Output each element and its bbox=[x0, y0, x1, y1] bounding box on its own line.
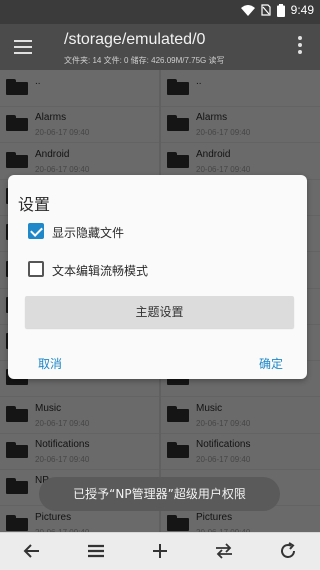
clock: 9:49 bbox=[290, 3, 314, 17]
smooth-edit-checkbox[interactable] bbox=[28, 261, 44, 277]
cancel-button[interactable]: 取消 bbox=[38, 355, 62, 372]
swap-icon[interactable] bbox=[214, 541, 234, 561]
toast-message: 已授予“NP管理器”超级用户权限 bbox=[39, 477, 280, 511]
confirm-button[interactable]: 确定 bbox=[259, 355, 283, 372]
refresh-icon[interactable] bbox=[278, 541, 298, 561]
back-arrow-icon[interactable] bbox=[22, 541, 42, 561]
smooth-edit-label[interactable]: 文本编辑流畅模式 bbox=[52, 262, 148, 279]
status-bar: 9:49 bbox=[0, 0, 320, 24]
app-bar: /storage/emulated/0 文件夹: 14 文件: 0 储存: 42… bbox=[0, 24, 320, 70]
add-icon[interactable] bbox=[150, 541, 170, 561]
dialog-title: 设置 bbox=[18, 195, 51, 214]
menu-icon[interactable] bbox=[14, 40, 32, 54]
battery-icon bbox=[276, 3, 285, 17]
storage-info: 文件夹: 14 文件: 0 储存: 426.09M/7.75G 读写 bbox=[64, 56, 225, 65]
current-path: /storage/emulated/0 bbox=[64, 31, 206, 48]
hidden-files-label[interactable]: 显示隐藏文件 bbox=[52, 224, 124, 241]
theme-settings-button[interactable]: 主题设置 bbox=[25, 296, 294, 328]
settings-dialog: 设置 显示隐藏文件 文本编辑流畅模式 主题设置 取消 确定 bbox=[8, 175, 307, 379]
wifi-icon bbox=[240, 4, 255, 16]
bottom-toolbar bbox=[0, 532, 320, 570]
more-options-icon[interactable] bbox=[298, 36, 302, 58]
no-sim-icon bbox=[261, 4, 271, 16]
list-icon[interactable] bbox=[86, 541, 106, 561]
hidden-files-checkbox[interactable] bbox=[28, 223, 44, 239]
